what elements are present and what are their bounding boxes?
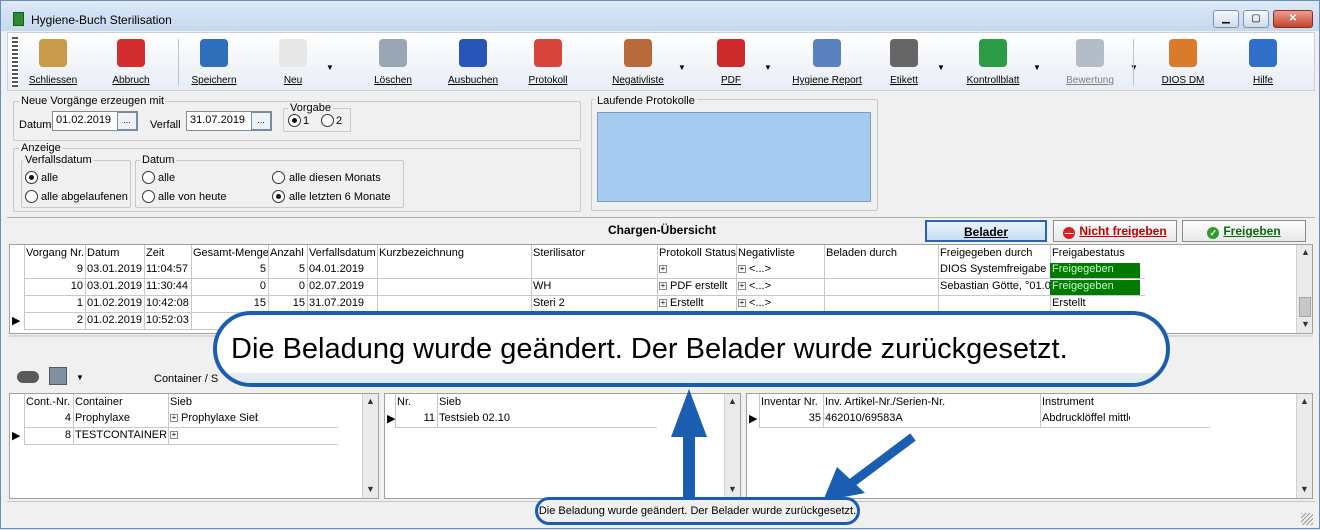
resize-grip-icon[interactable] xyxy=(1301,513,1313,525)
arrow-diagonal-icon xyxy=(846,433,916,489)
arrow-up-icon xyxy=(671,389,707,499)
annotation-arrows xyxy=(671,389,916,501)
status-message: Die Beladung wurde geändert. Der Belader… xyxy=(535,497,860,525)
app-window: Hygiene-Buch Sterilisation ▁ ▢ ✕ Schlies… xyxy=(0,0,1320,529)
